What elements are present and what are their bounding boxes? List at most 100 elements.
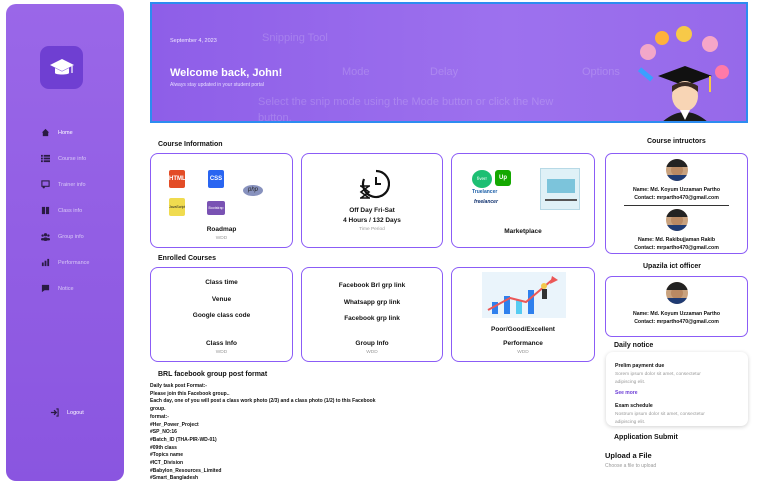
card-title: Group Info <box>355 340 389 347</box>
ghost-text: Options <box>582 66 620 78</box>
ict-officer-card: Name: Md. Koyum Uzzaman Partho Contact: … <box>605 276 748 337</box>
message-icon <box>41 284 50 293</box>
post-format-line: #Babylon_Resources_Limited <box>150 467 222 474</box>
php-logo-icon: php <box>243 185 263 196</box>
fiverr-logo-icon: fiverr <box>472 170 492 188</box>
card-subtitle: WDD <box>215 350 228 355</box>
sidebar-item-label: Home <box>58 129 73 136</box>
post-format-line: #Her_Power_Project <box>150 421 199 428</box>
logout-button[interactable]: Logout <box>50 408 84 417</box>
sidebar-item-label: Notice <box>58 285 74 292</box>
post-format-line: #Smart_Bangladesh <box>150 475 199 482</box>
instructor-name: Name: Md. Rakibujjaman Rakib <box>638 237 715 243</box>
javascript-logo-icon: JavaScript <box>169 198 185 216</box>
clock-hourglass-icon <box>359 169 390 199</box>
upwork-logo-icon: Up <box>495 170 511 186</box>
upazila-ict-officer-title: Upazila ict officer <box>643 263 701 270</box>
sidebar: Home Course info Trainer info Class info… <box>6 4 124 481</box>
welcome-subtitle: Always stay updated in your student port… <box>170 82 264 88</box>
card-subtitle: WDD <box>517 350 529 355</box>
sidebar-item-class-info[interactable]: Class info <box>41 206 82 215</box>
facebook-brl-group-link[interactable]: Facebook Brl grp link <box>302 282 442 289</box>
divider <box>624 205 729 206</box>
course-information-title: Course Information <box>158 141 223 148</box>
instructor-name: Name: Md. Koyum Uzzaman Partho <box>632 187 721 193</box>
performance-levels-text: Poor/Good/Excellent <box>491 326 555 333</box>
post-format-line: #SP_NO:16 <box>150 429 177 436</box>
card-title: Marketplace <box>504 228 542 235</box>
officer-contact: Contact: mrpartho470@gmail.com <box>634 319 719 325</box>
post-format-line: Please join this Facebook group.. <box>150 390 230 397</box>
card-title: Class Info <box>205 340 238 347</box>
sidebar-item-label: Course info <box>58 155 87 162</box>
post-format-line: group. <box>150 406 166 413</box>
current-date: September 4, 2023 <box>170 38 217 44</box>
notice-body: Sorem ipsum dolor sit amet, consectetur … <box>615 372 701 385</box>
course-instructors-title: Course intructors <box>647 138 706 145</box>
welcome-banner: Snipping Tool Mode Delay Options Select … <box>150 2 748 123</box>
ghost-text: Delay <box>430 66 459 78</box>
roadmap-card[interactable]: HTML CSS php JavaScript Bootstrap Roadma… <box>150 153 293 248</box>
choose-file-button[interactable]: Choose a file to upload <box>605 463 656 469</box>
sidebar-item-trainer-info[interactable]: Trainer info <box>41 180 86 189</box>
ghost-text: Select the snip mode using the Mode butt… <box>258 96 554 108</box>
book-icon <box>41 206 50 215</box>
performance-card[interactable]: Poor/Good/Excellent Performance WDD <box>451 267 595 362</box>
class-info-card[interactable]: Class time Venue Google class code Class… <box>150 267 293 362</box>
see-more-link[interactable]: See more <box>615 390 638 396</box>
instructor-contact: Contact: mrpartho470@gmail.com <box>634 245 719 251</box>
post-format-text: Daily task post Format:- Please join thi… <box>150 383 410 483</box>
daily-notice-panel: Prelim payment due Sorem ipsum dolor sit… <box>606 352 748 426</box>
growth-chart-illustration-icon <box>482 272 566 318</box>
css-logo-icon: CSS <box>208 170 224 188</box>
sidebar-item-notice[interactable]: Notice <box>41 284 74 293</box>
off-day-text: Off Day Fri-Sat <box>349 207 395 214</box>
sidebar-item-label: Group info <box>58 233 84 240</box>
bootstrap-logo-icon: Bootstrap <box>207 201 225 215</box>
welcome-title: Welcome back, John! <box>170 67 283 79</box>
card-title: Performance <box>503 340 543 347</box>
post-format-title: BRL facebook group post format <box>158 371 268 378</box>
enrolled-courses-title: Enrolled Courses <box>158 255 216 262</box>
post-format-line: #Batch_ID (THA-PIR-WD-01) <box>150 436 217 443</box>
hours-days-text: 4 Hours / 132 Days <box>343 217 401 224</box>
post-format-line: format:- <box>150 413 169 420</box>
post-format-line: #Topics name <box>150 452 183 459</box>
sidebar-item-performance[interactable]: Performance <box>41 258 90 267</box>
card-subtitle: WDD <box>215 236 228 241</box>
instructors-card: Name: Md. Koyum Uzzaman Partho Contact: … <box>605 153 748 254</box>
sidebar-item-group-info[interactable]: Group info <box>41 232 84 241</box>
sidebar-item-label: Class info <box>58 207 83 214</box>
ghost-text: button. <box>258 112 292 123</box>
daily-notice-title: Daily notice <box>614 342 654 349</box>
facebook-group-link[interactable]: Facebook grp link <box>302 315 442 322</box>
bar-chart-icon <box>41 258 50 267</box>
notice-title: Prelim payment due <box>615 363 665 369</box>
html-logo-icon: HTML <box>169 170 186 188</box>
avatar <box>666 159 688 181</box>
group-info-card[interactable]: Facebook Brl grp link Whatsapp grp link … <box>301 267 443 362</box>
card-subtitle: WDD <box>366 350 378 355</box>
notice-body: Nostrum ipsum dolor sit amet, consectetu… <box>615 412 705 425</box>
sidebar-item-course-info[interactable]: Course info <box>41 154 86 163</box>
card-subtitle: Time Period <box>359 227 385 232</box>
post-format-line: Daily task post Format:- <box>150 383 207 389</box>
graduate-illustration-icon <box>637 26 729 121</box>
marketplace-card[interactable]: fiverr Up Truelancer freelancer Marketpl… <box>451 153 595 248</box>
card-title: Roadmap <box>206 226 237 233</box>
application-submit-title: Application Submit <box>614 434 678 441</box>
post-format-line: Each day, one of you will post a class w… <box>150 398 376 405</box>
presentation-icon <box>41 180 50 189</box>
whatsapp-group-link[interactable]: Whatsapp grp link <box>302 299 442 306</box>
ghost-text: Snipping Tool <box>262 32 328 44</box>
sidebar-item-home[interactable]: Home <box>41 128 73 137</box>
marketplace-illustration-icon <box>540 168 580 210</box>
home-icon <box>41 128 50 137</box>
post-format-line: #ICT_Division <box>150 460 184 467</box>
post-format-line: #09th class <box>150 444 177 451</box>
time-period-card[interactable]: Off Day Fri-Sat 4 Hours / 132 Days Time … <box>301 153 443 248</box>
group-icon <box>41 233 50 241</box>
list-icon <box>41 154 50 163</box>
truelancer-logo-icon: Truelancer <box>472 189 498 195</box>
officer-name: Name: Md. Koyum Uzzaman Partho <box>632 311 721 317</box>
